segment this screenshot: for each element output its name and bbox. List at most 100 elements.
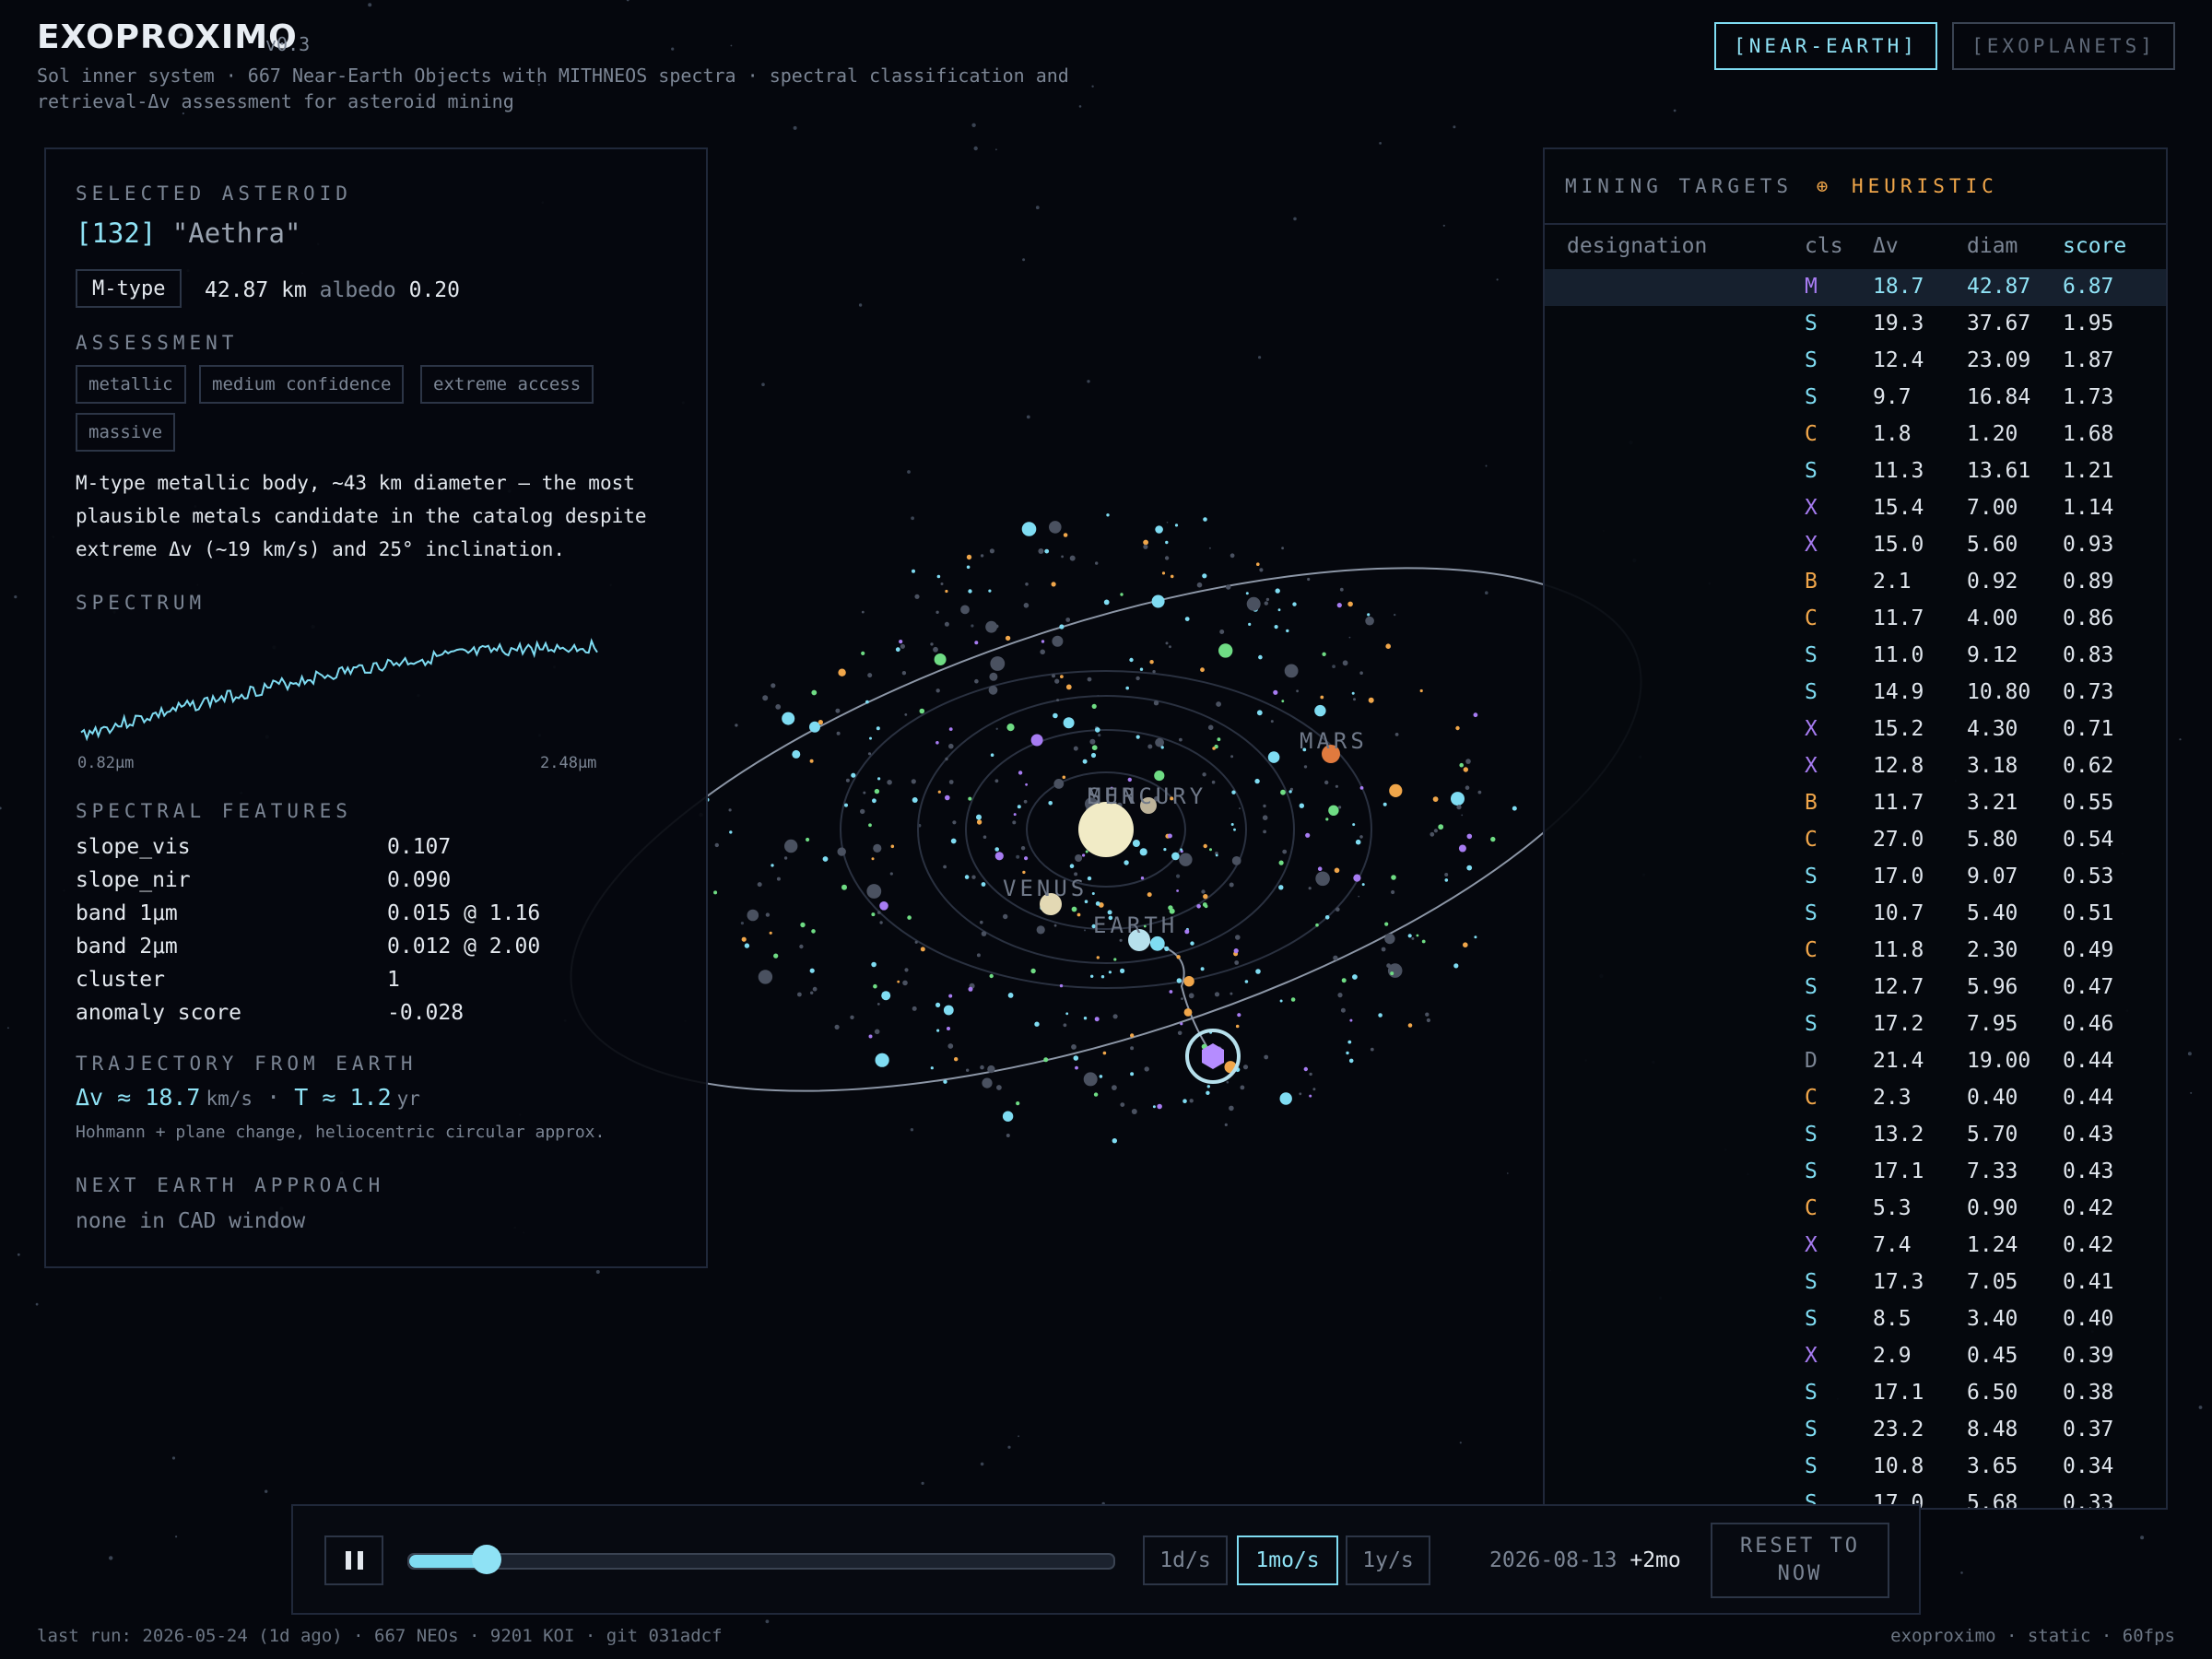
target-row[interactable]: [2100] Ra-ShalomC11.82.300.49 xyxy=(1545,933,2166,970)
time-slider-handle[interactable] xyxy=(472,1545,502,1574)
target-delta-v: 2.1 xyxy=(1873,570,1912,594)
asteroid-dot xyxy=(1365,616,1374,626)
target-row[interactable]: [433] ErosS9.716.841.73 xyxy=(1545,380,2166,417)
pause-button[interactable] xyxy=(324,1535,383,1585)
target-row[interactable]: [4179] ToutatisS10.75.400.51 xyxy=(1545,896,2166,933)
col-class[interactable]: cls xyxy=(1805,234,1843,258)
asteroid-dot xyxy=(1312,1088,1316,1091)
asteroid-dot xyxy=(1182,1099,1187,1103)
target-diameter: 5.70 xyxy=(1967,1123,2018,1147)
target-row[interactable]: [4183] CunoS10.83.650.34 xyxy=(1545,1449,2166,1486)
selected-asteroid-marker[interactable] xyxy=(1185,1029,1241,1084)
target-row[interactable]: [132] AethraM18.742.876.87 xyxy=(1545,269,2166,306)
asteroid-dot xyxy=(1069,555,1076,561)
asteroid-dot xyxy=(863,791,866,794)
target-row[interactable]: [1580] BetuliaC27.05.800.54 xyxy=(1545,822,2166,859)
target-row[interactable]: [53319] X15.47.001.14 xyxy=(1545,490,2166,527)
asteroid-dot xyxy=(980,554,984,558)
target-row[interactable]: [4954] EricS14.910.800.73 xyxy=(1545,675,2166,712)
target-row[interactable]: [4558] JanesickS17.17.330.43 xyxy=(1545,1154,2166,1191)
col-delta-v[interactable]: Δv xyxy=(1873,234,1899,258)
asteroid-dot xyxy=(1043,1057,1049,1063)
target-diameter: 5.80 xyxy=(1967,828,2018,852)
target-row[interactable]: [65679] B2.10.920.89 xyxy=(1545,564,2166,601)
target-row[interactable]: [4015] Wilson-Ha…C11.74.000.86 xyxy=(1545,601,2166,638)
speed-1d-button[interactable]: 1d/s xyxy=(1143,1535,1228,1585)
target-row[interactable]: [3920] AubignanS12.75.960.47 xyxy=(1545,970,2166,1006)
target-row[interactable]: [3691] BedeX15.24.300.71 xyxy=(1545,712,2166,748)
star xyxy=(858,303,863,307)
asteroid-dot xyxy=(945,757,948,761)
spectrum-label: SPECTRUM xyxy=(76,592,206,614)
asteroid-dot xyxy=(1090,974,1094,979)
nav-near-earth-button[interactable]: [NEAR-EARTH] xyxy=(1714,22,1937,70)
target-row[interactable]: [5817] Robertfra…S17.16.500.38 xyxy=(1545,1375,2166,1412)
asteroid-dot xyxy=(1089,738,1096,745)
target-row[interactable]: [2212] HephaistosS13.25.700.43 xyxy=(1545,1117,2166,1154)
asteroid-dot xyxy=(1217,737,1221,742)
nav-exoplanets-button[interactable]: [EXOPLANETS] xyxy=(1952,22,2175,70)
target-row[interactable]: [1685] ToroS8.53.400.40 xyxy=(1545,1301,2166,1338)
target-row[interactable]: [3552] Don Quixo…D21.419.000.44 xyxy=(1545,1043,2166,1080)
target-row[interactable]: [512] TaurinensisS12.423.091.87 xyxy=(1545,343,2166,380)
target-row[interactable]: [1565] LemaitreS17.27.950.46 xyxy=(1545,1006,2166,1043)
target-row[interactable]: [175706] C1.81.201.68 xyxy=(1545,417,2166,453)
target-row[interactable]: [308635] C2.30.400.44 xyxy=(1545,1080,2166,1117)
asteroid-dot xyxy=(1092,745,1098,750)
asteroid-dot xyxy=(1169,645,1171,649)
time-slider[interactable] xyxy=(407,1545,1115,1574)
target-row[interactable]: [1036] GanymedS19.337.671.95 xyxy=(1545,306,2166,343)
speed-1mo-button[interactable]: 1mo/s xyxy=(1237,1535,1338,1585)
target-row[interactable]: [162173] RyuguC5.30.900.42 xyxy=(1545,1191,2166,1228)
target-row[interactable]: [1627] IvarS11.09.120.83 xyxy=(1545,638,2166,675)
target-row[interactable]: [85990] X2.90.450.39 xyxy=(1545,1338,2166,1375)
target-row[interactable]: [194268] X7.41.240.42 xyxy=(1545,1228,2166,1265)
target-row[interactable]: [25330] B11.73.210.55 xyxy=(1545,785,2166,822)
asteroid-dot xyxy=(950,838,957,844)
albedo-value: 0.20 xyxy=(408,278,460,302)
asteroid-dot xyxy=(1112,1085,1117,1090)
asteroid-dot xyxy=(822,856,829,862)
target-delta-v: 11.8 xyxy=(1873,938,1924,962)
speed-1y-button[interactable]: 1y/s xyxy=(1346,1535,1430,1585)
target-delta-v: 19.3 xyxy=(1873,312,1924,335)
asteroid-dot xyxy=(899,640,903,644)
target-class: S xyxy=(1805,1418,1818,1441)
asteroid-dot xyxy=(1346,1051,1349,1055)
tag-metallic: metallic xyxy=(76,365,186,404)
col-diameter[interactable]: diam xyxy=(1967,234,2018,258)
target-row[interactable]: [2064] ThomsenS11.313.611.21 xyxy=(1545,453,2166,490)
asteroid-dot xyxy=(911,779,916,784)
target-class: S xyxy=(1805,680,1818,704)
target-delta-v: 10.8 xyxy=(1873,1454,1924,1478)
target-diameter: 5.60 xyxy=(1967,533,2018,557)
target-delta-v: 7.4 xyxy=(1873,1233,1912,1257)
asteroid-dot xyxy=(1094,1017,1100,1022)
target-row[interactable]: [3674] ErbisbuhlS17.09.070.53 xyxy=(1545,859,2166,896)
col-score[interactable]: score xyxy=(2063,234,2126,258)
target-diameter: 7.33 xyxy=(1967,1159,2018,1183)
asteroid-dot xyxy=(799,944,804,949)
asteroid-dot xyxy=(1169,990,1173,994)
asteroid-dot xyxy=(1214,992,1220,997)
target-score: 0.49 xyxy=(2063,938,2114,962)
asteroid-dot xyxy=(1003,913,1008,920)
asteroid-dot xyxy=(1147,744,1153,749)
asteroid-dot xyxy=(1177,1030,1182,1036)
target-row[interactable]: [5392] ParkerS17.37.050.41 xyxy=(1545,1265,2166,1301)
asteroid-dot xyxy=(1235,1024,1240,1029)
asteroid-dot xyxy=(1201,889,1206,894)
star xyxy=(995,727,998,730)
asteroid-dot xyxy=(1425,1012,1430,1017)
star xyxy=(14,595,18,599)
target-row[interactable]: [405058] X15.05.600.93 xyxy=(1545,527,2166,564)
asteroid-dot xyxy=(1317,866,1323,871)
target-row[interactable]: [1866] SisyphusS23.28.480.37 xyxy=(1545,1412,2166,1449)
asteroid-dot xyxy=(1149,660,1154,665)
target-row[interactable]: [17274] X12.83.180.62 xyxy=(1545,748,2166,785)
reset-to-now-button[interactable]: RESET TO NOW xyxy=(1711,1523,1889,1598)
asteroid-dot xyxy=(879,901,888,911)
col-designation[interactable]: designation xyxy=(1567,234,1707,258)
asteroid-dot xyxy=(1002,1111,1014,1122)
asteroid-dot xyxy=(1267,751,1280,763)
